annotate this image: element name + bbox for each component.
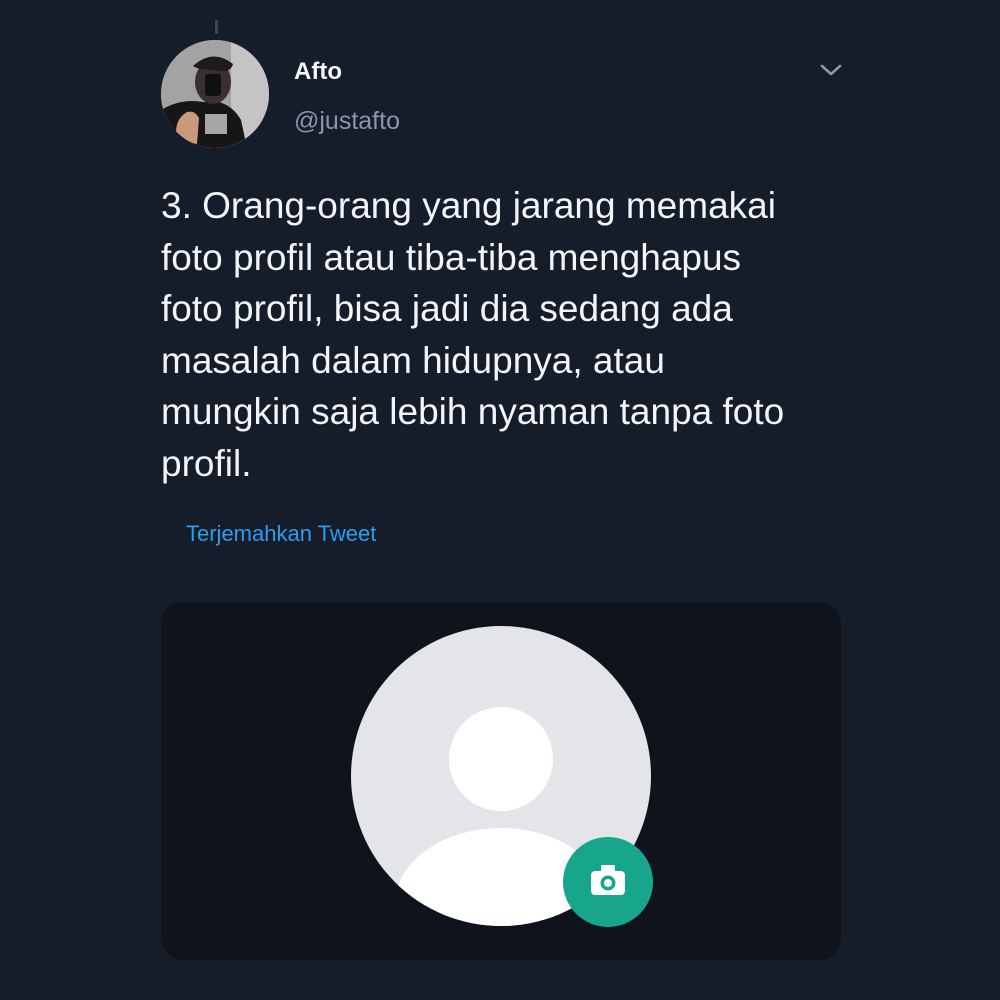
- avatar[interactable]: [161, 40, 269, 148]
- camera-icon: [563, 837, 653, 927]
- tweet-screen: Afto @justafto 3. Orang-orang yang jaran…: [0, 0, 1000, 1000]
- default-profile-picture: [351, 626, 653, 927]
- person-head-silhouette: [449, 707, 553, 811]
- author-name[interactable]: Afto: [294, 58, 342, 86]
- tweet-text: 3. Orang-orang yang jarang memakai foto …: [161, 185, 785, 484]
- author-handle[interactable]: @justafto: [294, 106, 400, 136]
- tweet-media-image[interactable]: [161, 602, 841, 960]
- translate-tweet-link[interactable]: Terjemahkan Tweet: [186, 520, 376, 548]
- chevron-down-icon: [820, 64, 842, 76]
- avatar-photo: [161, 40, 269, 148]
- thread-line: [215, 20, 218, 34]
- tweet-menu-button[interactable]: [815, 56, 847, 84]
